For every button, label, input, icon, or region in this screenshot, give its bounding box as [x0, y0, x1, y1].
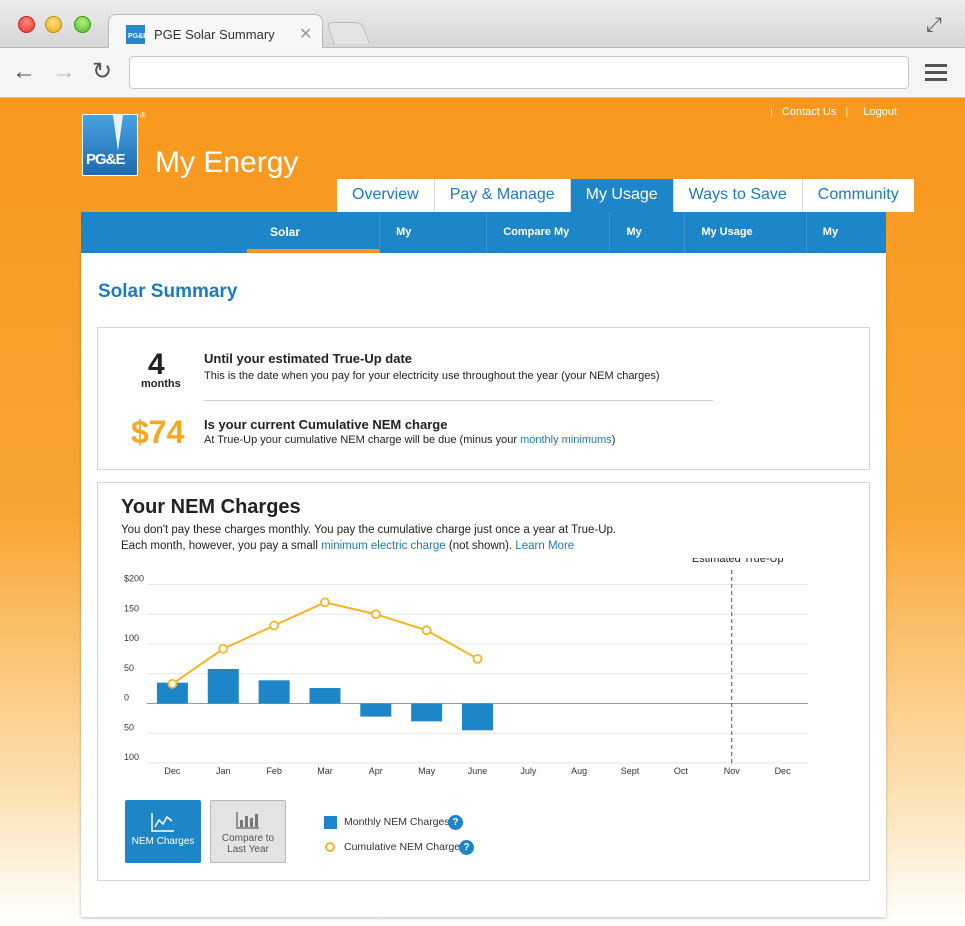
new-tab-button[interactable]: [325, 22, 371, 44]
charge-description: At True-Up your cumulative NEM charge wi…: [204, 434, 616, 446]
browser-menu-icon[interactable]: [925, 64, 947, 85]
x-tick-label: Aug: [571, 766, 587, 776]
bar-monthly-nem: [462, 703, 493, 731]
utility-links: | Contact Us | Logout: [770, 106, 897, 118]
forward-arrow-icon[interactable]: →: [52, 58, 76, 86]
tab-close-icon[interactable]: ✕: [299, 24, 312, 44]
tab-overview[interactable]: Overview: [337, 179, 435, 212]
tab-my-usage[interactable]: My Usage: [570, 179, 674, 212]
minimum-charge-link[interactable]: minimum electric charge: [321, 540, 446, 552]
months-remaining-value: 4: [148, 348, 165, 381]
months-unit: months: [141, 378, 181, 390]
minimize-window-button[interactable]: [45, 16, 62, 33]
close-window-button[interactable]: [18, 16, 35, 33]
subnav-my-rates[interactable]: My Rates: [807, 212, 886, 279]
pge-favicon-icon: PG&E: [126, 25, 148, 44]
y-tick-label: 0: [124, 693, 129, 703]
cumulative-swatch: [325, 842, 335, 852]
help-icon[interactable]: ?: [459, 840, 474, 855]
cumulative-point: [421, 625, 432, 636]
tab-title: PGE Solar Summary: [154, 27, 275, 42]
y-tick-label: 100: [124, 633, 139, 643]
summary-panel: 4 months Until your estimated True-Up da…: [97, 327, 870, 470]
x-tick-label: Oct: [674, 766, 689, 776]
nem-title: Your NEM Charges: [121, 496, 301, 518]
trueup-title: Until your estimated True-Up date: [204, 351, 413, 366]
bar-monthly-nem: [360, 703, 392, 717]
maximize-window-button[interactable]: [74, 16, 91, 33]
x-tick-label: Feb: [266, 766, 282, 776]
main-navigation: Overview Pay & Manage My Usage Ways to S…: [337, 179, 914, 212]
bar-monthly-nem: [207, 668, 239, 704]
tab-community[interactable]: Community: [802, 179, 914, 212]
main-content: Solar Summary 4 months Until your estima…: [81, 253, 886, 917]
bar-monthly-nem: [411, 703, 443, 722]
x-tick-label: Nov: [724, 766, 741, 776]
subnav-my-usage-details[interactable]: My Usage Details: [685, 212, 807, 279]
y-tick-label: 50: [124, 722, 134, 732]
bar-monthly-nem: [309, 688, 341, 704]
logo-beam-icon: [113, 115, 123, 151]
cumulative-point: [218, 643, 229, 654]
x-tick-label: July: [520, 766, 537, 776]
cumulative-point: [472, 653, 483, 664]
x-tick-label: Dec: [164, 766, 181, 776]
x-tick-label: Mar: [317, 766, 333, 776]
browser-tab[interactable]: PG&E PGE Solar Summary ✕: [108, 14, 323, 49]
charge-title: Is your current Cumulative NEM charge: [204, 417, 448, 432]
x-tick-label: Apr: [369, 766, 383, 776]
subnav-my-dashboard[interactable]: My Dashboard: [380, 212, 488, 279]
nem-charges-view-button[interactable]: NEM Charges: [125, 800, 201, 863]
trueup-description: This is the date when you pay for your e…: [204, 370, 660, 382]
address-bar[interactable]: [129, 56, 909, 89]
cumulative-point: [167, 678, 178, 689]
trueup-annotation-label: Estimated True-Up: [692, 558, 784, 565]
browser-tab-bar: PG&E PGE Solar Summary ✕ ⤢: [0, 0, 965, 49]
site-title: My Energy: [155, 146, 299, 179]
y-tick-label: 50: [124, 663, 134, 673]
learn-more-link[interactable]: Learn More: [515, 540, 574, 552]
cumulative-charge-value: $74: [131, 414, 185, 450]
x-tick-label: June: [468, 766, 488, 776]
fullscreen-icon[interactable]: ⤢: [926, 14, 942, 37]
x-tick-label: Jan: [216, 766, 231, 776]
monthly-swatch: [324, 816, 337, 829]
monthly-minimums-link[interactable]: monthly minimums: [520, 434, 612, 446]
nem-description-2: Each month, however, you pay a small min…: [121, 540, 575, 552]
subnav-my-goal[interactable]: My Goal: [610, 212, 686, 279]
x-tick-label: Dec: [775, 766, 792, 776]
cumulative-point: [370, 609, 381, 620]
x-tick-label: Sept: [621, 766, 640, 776]
nem-description-1: You don't pay these charges monthly. You…: [121, 524, 617, 536]
subnav-solar-summary[interactable]: Solar Summary: [247, 212, 381, 280]
line-chart-icon: [151, 813, 174, 832]
logout-link[interactable]: Logout: [863, 106, 897, 118]
pge-logo[interactable]: PG&E: [82, 114, 138, 176]
compare-last-year-button[interactable]: Compare to Last Year: [210, 800, 286, 863]
nem-charges-panel: Your NEM Charges You don't pay these cha…: [97, 482, 870, 881]
y-tick-label: $200: [124, 574, 144, 584]
page-title: Solar Summary: [98, 281, 238, 302]
cumulative-point: [269, 620, 280, 631]
bar-chart-icon: [236, 812, 259, 829]
y-tick-label: 150: [124, 603, 139, 613]
page-background: | Contact Us | Logout PG&E ® My Energy O…: [0, 98, 965, 926]
tab-ways-to-save[interactable]: Ways to Save: [673, 179, 803, 212]
registered-mark: ®: [140, 111, 146, 120]
nem-chart: $200 150 100 50 0 50 100 Dec Jan Feb Mar Apr May June…: [124, 558, 808, 776]
sub-navigation: Solar Summary My Dashboard Compare My Bi…: [81, 212, 886, 280]
bar-monthly-nem: [258, 680, 290, 704]
summary-divider: [204, 400, 713, 401]
browser-toolbar: ← → ↻: [0, 48, 965, 98]
x-tick-label: May: [418, 766, 436, 776]
reload-icon[interactable]: ↻: [92, 58, 112, 86]
subnav-compare-my-bills[interactable]: Compare My Bills: [487, 212, 611, 279]
tab-pay-manage[interactable]: Pay & Manage: [434, 179, 571, 212]
cumulative-point: [320, 597, 330, 608]
y-tick-label: 100: [124, 752, 139, 762]
contact-us-link[interactable]: Contact Us: [782, 106, 836, 118]
help-icon[interactable]: ?: [448, 815, 463, 830]
back-arrow-icon[interactable]: ←: [12, 58, 36, 86]
